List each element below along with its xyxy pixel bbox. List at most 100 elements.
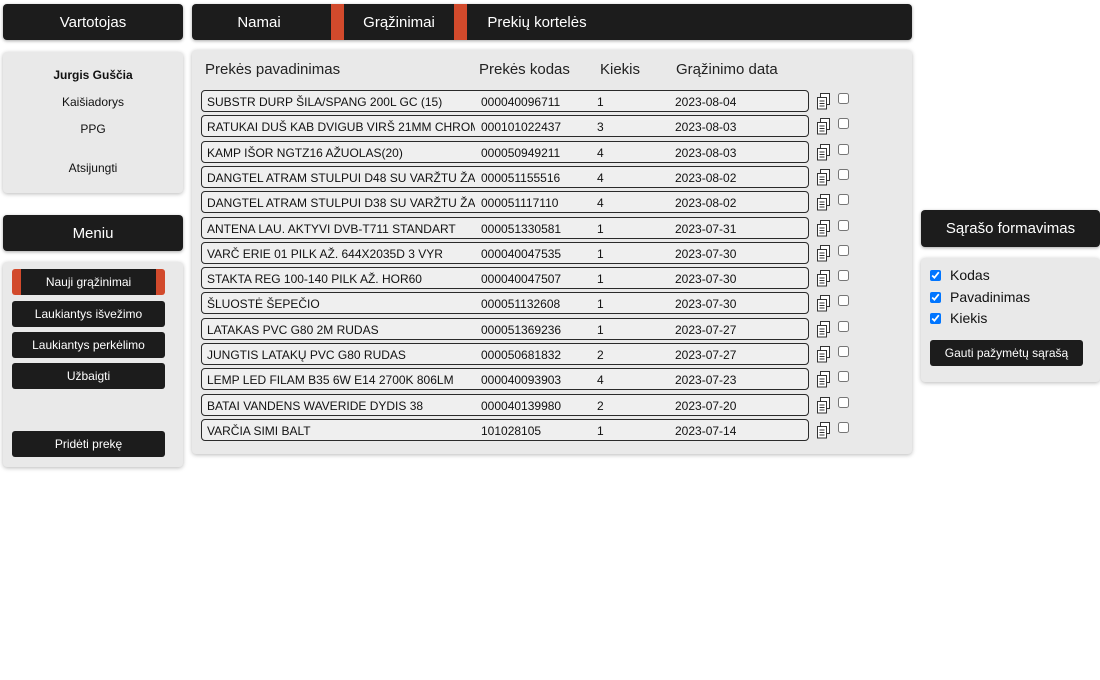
table-row: SUBSTR DURP ŠILA/SPANG 200L GC (15) 00004… [201,90,809,112]
row-select-checkbox[interactable] [838,270,849,281]
table-row: BATAI VANDENS WAVERIDE DYDIS 38 000040139… [201,394,809,416]
user-header: Vartotojas [3,4,183,40]
row-select-checkbox[interactable] [838,93,849,104]
cell-product-code: 000040047535 [481,247,562,261]
tab-product-cards[interactable]: Prekių kortelės [482,4,592,40]
cell-product-name: VARČ ERIE 01 PILK AŽ. 644X2035D 3 VYR [207,247,443,261]
row-select-checkbox[interactable] [838,245,849,256]
add-product-button[interactable]: Pridėti prekę [12,431,165,457]
cell-quantity: 1 [597,272,604,286]
get-selected-list-button[interactable]: Gauti pažymėtų sąrašą [930,340,1083,366]
cell-return-date: 2023-07-30 [675,272,737,286]
cell-product-name: SUBSTR DURP ŠILA/SPANG 200L GC (15) [207,95,443,109]
cell-return-date: 2023-08-02 [675,196,737,210]
menu-item-new-returns[interactable]: Nauji grąžinimai [12,269,165,295]
user-org: PPG [80,122,106,136]
table-row: KAMP IŠOR NGTZ16 AŽUOLAS(20) 000050949211… [201,141,809,163]
cell-quantity: 3 [597,120,604,134]
option-code[interactable]: Kodas [930,267,990,283]
cell-product-code: 000040047507 [481,272,562,286]
cell-quantity: 1 [597,247,604,261]
cell-product-code: 000101022437 [481,120,562,134]
option-quantity[interactable]: Kiekis [930,310,987,326]
list-formation-panel: Kodas Pavadinimas Kiekis Gauti pažymėtų … [921,258,1100,382]
table-row: STAKTA REG 100-140 PILK AŽ. HOR60 0000400… [201,267,809,289]
cell-product-name: VARČIA SIMI BALT [207,424,311,438]
cell-product-name: LEMP LED FILAM B35 6W E14 2700K 806LM [207,373,454,387]
copy-icon[interactable] [816,220,832,237]
copy-icon[interactable] [816,397,832,414]
copy-icon[interactable] [816,371,832,388]
table-row: VARČIA SIMI BALT 101028105 1 2023-07-14 [201,419,809,441]
cell-quantity: 1 [597,222,604,236]
cell-product-code: 000040093903 [481,373,562,387]
menu-item-awaiting-pickup[interactable]: Laukiantys išvežimo [12,301,165,327]
cell-product-name: DANGTEL ATRAM STULPUI D38 SU VARŽTU ŽAL [207,196,475,210]
table-row: ŠLUOSTĖ ŠEPEČIO 000051132608 1 2023-07-30 [201,292,809,314]
cell-product-name: BATAI VANDENS WAVERIDE DYDIS 38 [207,399,424,413]
cell-quantity: 2 [597,348,604,362]
cell-product-code: 000051369236 [481,323,562,337]
copy-icon[interactable] [816,422,832,439]
cell-return-date: 2023-07-20 [675,399,737,413]
option-name-checkbox[interactable] [930,291,941,303]
returns-table-panel: Prekės pavadinimas Prekės kodas Kiekis G… [192,50,912,454]
row-select-checkbox[interactable] [838,346,849,357]
row-select-checkbox[interactable] [838,169,849,180]
row-select-checkbox[interactable] [838,144,849,155]
cell-product-code: 000051330581 [481,222,562,236]
copy-icon[interactable] [816,144,832,161]
row-select-checkbox[interactable] [838,321,849,332]
copy-icon[interactable] [816,118,832,135]
table-row: JUNGTIS LATAKŲ PVC G80 RUDAS 000050681832… [201,343,809,365]
cell-quantity: 4 [597,373,604,387]
cell-product-name: ANTENA LAU. AKTYVI DVB-T711 STANDART [207,222,456,236]
cell-quantity: 2 [597,399,604,413]
row-select-checkbox[interactable] [838,295,849,306]
logout-link[interactable]: Atsijungti [3,161,183,175]
copy-icon[interactable] [816,346,832,363]
row-select-checkbox[interactable] [838,118,849,129]
copy-icon[interactable] [816,295,832,312]
tab-returns[interactable]: Grąžinimai [331,4,467,40]
cell-product-code: 000051132608 [481,297,561,311]
row-select-checkbox[interactable] [838,397,849,408]
copy-icon[interactable] [816,321,832,338]
option-name[interactable]: Pavadinimas [930,289,1030,305]
cell-product-code: 000050681832 [481,348,562,362]
user-city: Kaišiadorys [61,95,125,109]
table-row: ANTENA LAU. AKTYVI DVB-T711 STANDART 0000… [201,217,809,239]
tab-home[interactable]: Namai [216,4,302,40]
cell-product-code: 000051117110 [481,196,559,210]
top-nav: Namai Grąžinimai Prekių kortelės [192,4,912,40]
copy-icon[interactable] [816,169,832,186]
cell-product-name: ŠLUOSTĖ ŠEPEČIO [207,297,320,311]
cell-quantity: 4 [597,171,604,185]
column-header-quantity: Kiekis [600,61,641,78]
copy-icon[interactable] [816,245,832,262]
menu-item-awaiting-transfer[interactable]: Laukiantys perkėlimo [12,332,165,358]
row-select-checkbox[interactable] [838,422,849,433]
row-select-checkbox[interactable] [838,371,849,382]
row-select-checkbox[interactable] [838,194,849,205]
user-header-label: Vartotojas [59,13,127,31]
cell-product-code: 101028105 [481,424,542,438]
menu-header-label: Meniu [72,224,114,242]
copy-icon[interactable] [816,194,832,211]
table-row: RATUKAI DUŠ KAB DVIGUB VIRŠ 21MM CHROM 00… [201,115,809,137]
table-row: LEMP LED FILAM B35 6W E14 2700K 806LM 000… [201,368,809,390]
option-quantity-label: Kiekis [950,310,988,326]
user-panel: Jurgis Guščia Kaišiadorys PPG Atsijungti [3,52,183,193]
menu-item-completed[interactable]: Užbaigti [12,363,165,389]
cell-return-date: 2023-07-30 [675,247,737,261]
option-quantity-checkbox[interactable] [930,312,941,324]
copy-icon[interactable] [816,93,832,110]
row-select-checkbox[interactable] [838,220,849,231]
copy-icon[interactable] [816,270,832,287]
menu-header: Meniu [3,215,183,251]
cell-return-date: 2023-07-27 [675,348,737,362]
column-header-name: Prekės pavadinimas [205,61,341,78]
cell-quantity: 4 [597,146,604,160]
cell-return-date: 2023-07-27 [675,323,737,337]
option-code-checkbox[interactable] [930,269,941,281]
